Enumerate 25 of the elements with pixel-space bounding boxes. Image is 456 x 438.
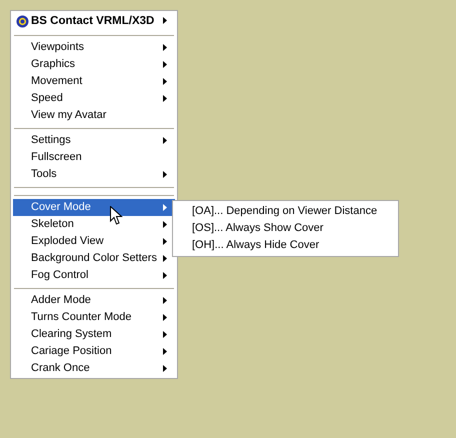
menu-header[interactable]: BS Contact VRML/X3D: [13, 12, 175, 31]
menu-item[interactable]: Skeleton: [13, 216, 175, 233]
menu-item[interactable]: Tools: [13, 166, 175, 183]
menu-item[interactable]: Clearing System: [13, 326, 175, 343]
menu-item[interactable]: Crank Once: [13, 360, 175, 377]
menu-item[interactable]: Fullscreen: [13, 149, 175, 166]
menu-item[interactable]: Background Color Setters: [13, 250, 175, 267]
submenu-item[interactable]: [OH]... Always Hide Cover: [175, 237, 396, 254]
menu-item[interactable]: Movement: [13, 73, 175, 90]
mouse-cursor-icon: [110, 206, 123, 226]
menu-item[interactable]: Cover Mode: [13, 199, 175, 216]
menu-item[interactable]: Exploded View: [13, 233, 175, 250]
menu-item[interactable]: Viewpoints: [13, 39, 175, 56]
menu-item[interactable]: View my Avatar: [13, 107, 175, 124]
menu-item[interactable]: Speed: [13, 90, 175, 107]
logo-icon: [16, 15, 29, 28]
menu-item[interactable]: Fog Control: [13, 267, 175, 284]
menu-header-title: BS Contact VRML/X3D: [31, 16, 154, 28]
menu-item[interactable]: Settings: [13, 132, 175, 149]
menu-item[interactable]: Cariage Position: [13, 343, 175, 360]
submenu-item[interactable]: [OA]... Depending on Viewer Distance: [175, 203, 396, 220]
menu-item[interactable]: Graphics: [13, 56, 175, 73]
menu-item[interactable]: Adder Mode: [13, 292, 175, 309]
menu-item[interactable]: Turns Counter Mode: [13, 309, 175, 326]
submenu-item[interactable]: [OS]... Always Show Cover: [175, 220, 396, 237]
